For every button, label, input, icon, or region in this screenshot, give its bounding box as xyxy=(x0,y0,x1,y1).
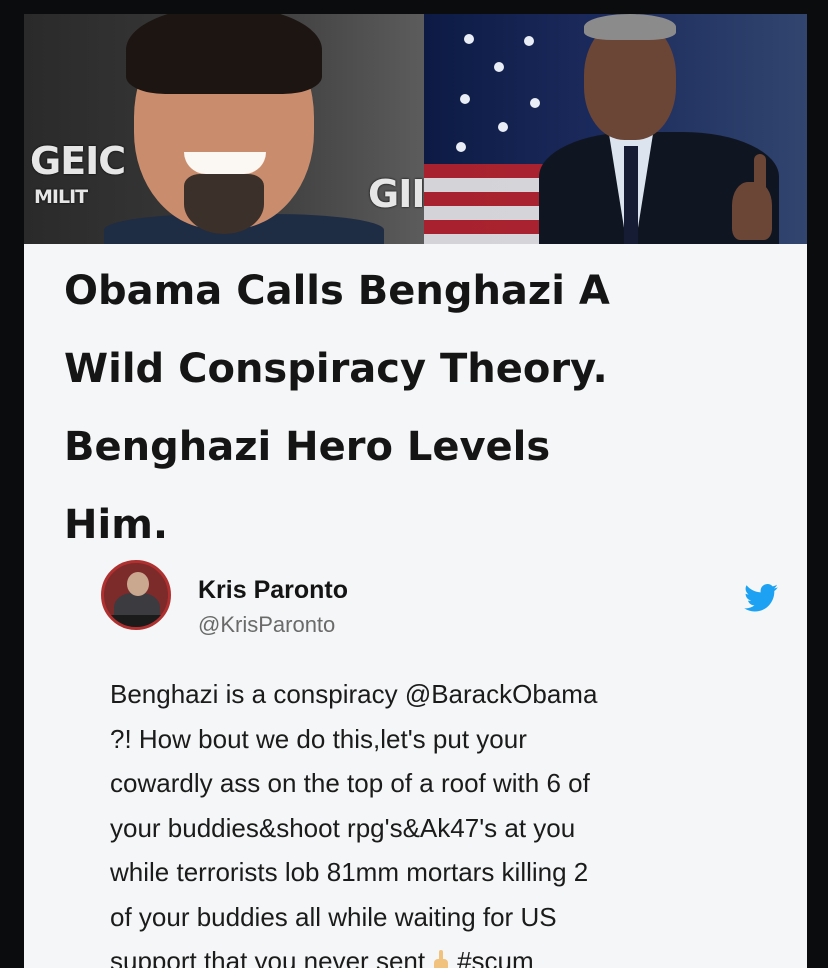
left-person-smile xyxy=(184,152,266,174)
tweet-line: Benghazi is a conspiracy @BarackObama xyxy=(110,679,598,709)
flag-stripes xyxy=(424,164,544,244)
background-logo-text-right: GII xyxy=(368,172,425,216)
flag-star xyxy=(498,122,508,132)
left-person-beard xyxy=(184,174,264,234)
headline-line: Benghazi Hero Levels xyxy=(64,424,551,470)
flag-star xyxy=(530,98,540,108)
tweet-line: support that you never sent xyxy=(110,946,426,968)
right-person-hair xyxy=(584,14,676,40)
flag-star xyxy=(464,34,474,44)
headline-line: Obama Calls Benghazi A xyxy=(64,268,610,314)
flag-star xyxy=(456,142,466,152)
headline: Obama Calls Benghazi A Wild Conspiracy T… xyxy=(64,252,794,564)
author-handle[interactable]: @KrisParonto xyxy=(198,612,335,638)
right-person-tie xyxy=(624,146,638,244)
middle-finger-emoji-icon xyxy=(434,950,449,968)
headline-line: Wild Conspiracy Theory. xyxy=(64,346,608,392)
tweet-card: Kris Paronto @KrisParonto Benghazi is a … xyxy=(68,544,807,968)
background-logo-subtext: MILIT xyxy=(34,186,88,208)
flag-star xyxy=(524,36,534,46)
tweet-line: ?! How bout we do this,let's put your xyxy=(110,723,527,754)
author-name[interactable]: Kris Paronto xyxy=(198,576,348,605)
photo-collage: GEIC MILIT GII xyxy=(24,14,807,244)
tweet-line: while terrorists lob 81mm mortars killin… xyxy=(110,857,589,887)
meme-image-frame: GEIC MILIT GII Obama Calls Benghazi A Wi… xyxy=(24,14,807,968)
twitter-bird-icon[interactable] xyxy=(744,584,778,612)
tweet-line-last: support that you never sent #scum xyxy=(110,939,800,968)
right-person-finger xyxy=(754,154,766,194)
left-person-hair xyxy=(126,14,322,94)
tweet-body: Benghazi is a conspiracy @BarackObama ?!… xyxy=(110,672,800,968)
tweet-line: your buddies&shoot rpg's&Ak47's at you xyxy=(110,812,576,843)
hashtag-link[interactable]: #scum xyxy=(457,946,534,968)
right-person-hand xyxy=(732,182,772,240)
tweet-line: cowardly ass on the top of a roof with 6… xyxy=(110,768,590,798)
tweet-line: of your buddies all while waiting for US xyxy=(110,901,557,932)
background-logo-text: GEIC xyxy=(30,139,126,183)
avatar[interactable] xyxy=(101,560,171,630)
flag-star xyxy=(460,94,470,104)
flag-star xyxy=(494,62,504,72)
